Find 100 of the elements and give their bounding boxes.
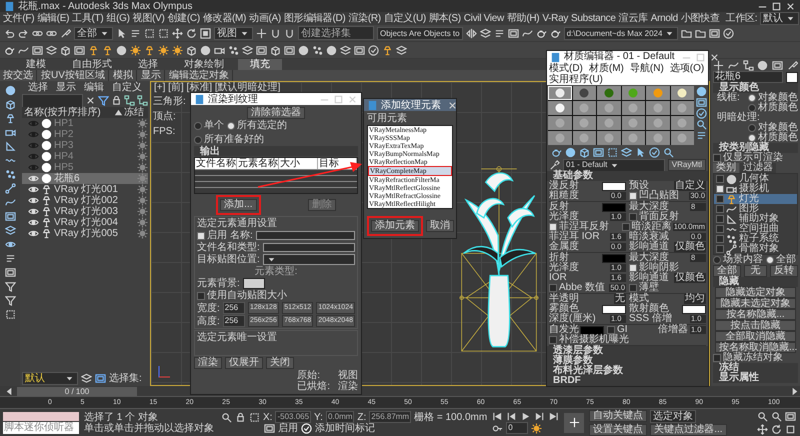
listener-output[interactable] [3,412,79,420]
teapot-icon[interactable] [4,44,15,56]
material-slot[interactable] [670,116,694,130]
checkbox-option[interactable]: 隐藏冻结对象 [713,353,798,363]
color-swatch[interactable] [602,182,626,190]
layers-icon[interactable] [81,373,92,384]
checkbox[interactable] [716,235,724,243]
radio-option[interactable]: 对象颜色 [748,123,798,133]
radio-option[interactable]: 所有准备好的 [194,134,264,145]
plus-icon[interactable] [713,60,724,70]
column-title[interactable]: 冻结 [124,107,148,118]
layers-icon[interactable] [480,28,491,38]
category-item[interactable]: 空间扭曲 [714,224,797,234]
menu-item[interactable]: 模式(D) [549,63,583,74]
target-map-dropdown[interactable] [262,254,355,265]
key-target-dropdown[interactable]: 选定对象 [650,410,696,422]
auto-key-button[interactable]: 自动关键点 [589,410,648,422]
panel-tab[interactable]: 过滤器 [740,163,776,173]
checkbox-option[interactable]: 菲涅耳反射 [549,222,609,232]
check-icon[interactable] [723,28,734,38]
rect-icon[interactable] [249,412,260,422]
folder-icon[interactable] [681,28,692,38]
undo-icon[interactable] [4,28,15,38]
reference-coordinate-dropdown[interactable]: 视图 [214,26,253,40]
tree-row[interactable]: VRay 灯光003 [22,206,148,217]
search-field[interactable] [22,94,83,108]
panel-button[interactable]: 按点击隐藏 [715,320,796,331]
mirror-icon[interactable] [466,28,477,38]
width-field[interactable]: 256 [222,302,245,314]
explorer-menu-item[interactable]: 显示 [56,82,76,94]
frame-icon[interactable] [696,97,706,108]
close-icon[interactable] [447,100,458,110]
hierarchy-icon[interactable] [742,60,754,70]
previous-frame-icon[interactable] [506,411,518,422]
category-item[interactable]: 几何体 [714,174,797,184]
panel-button[interactable]: 隐藏未选定对象 [715,298,796,309]
explorer-menu-item[interactable]: 选择 [28,82,48,94]
move-icon[interactable] [172,28,183,38]
dialog-button[interactable]: 仅展开 [225,357,263,369]
box-icon[interactable] [4,99,16,110]
magnet-icon[interactable] [284,28,295,38]
layers-icon[interactable] [46,44,57,56]
rollout-header[interactable]: 显示颜色 [713,83,798,93]
category-item[interactable]: 粒子系统 [714,234,797,244]
frame-icon[interactable] [354,44,365,56]
dots-icon[interactable] [228,44,239,56]
layers-icon[interactable] [396,44,407,56]
material-slot[interactable] [622,116,645,130]
category-item[interactable]: 辅助对象 [714,214,797,224]
explorer-menu-item[interactable]: 编辑 [84,82,104,94]
key-filters-button[interactable]: 关键点过滤器... [650,424,727,436]
ribbon-tab[interactable]: 选择 [126,59,170,70]
tree-row[interactable]: 花瓶6 [22,173,148,184]
frame-icon[interactable] [508,28,519,38]
category-item[interactable]: 骨骼对象 [714,244,797,254]
rollout-header[interactable]: 布料光泽层参数 [547,366,708,376]
sun-icon[interactable] [172,44,183,56]
rollout-header[interactable]: 隐藏 [713,277,798,287]
height-field[interactable]: 256 [222,315,245,327]
eye-icon[interactable] [28,184,39,195]
background-color-swatch[interactable] [242,278,265,289]
z-coordinate-field[interactable]: 256.87mm [369,411,412,423]
sphere-icon[interactable] [696,86,706,97]
checkbox-option[interactable]: 使用自动贴图大小 [197,290,355,301]
rollout-header[interactable]: BRDF [547,376,708,386]
material-slot[interactable] [572,116,596,130]
dots-icon[interactable] [312,44,323,56]
menu-item[interactable]: 工具(T) [72,13,104,24]
radio-option[interactable]: 场景内容 [713,255,763,265]
checkbox-option[interactable]: 仅显示可渲染 [713,153,798,163]
checkbox-option[interactable]: 暗淡距离 [622,222,672,232]
material-slot[interactable] [622,86,645,100]
explorer-menu-item[interactable]: 自定义 [112,82,142,94]
zoom-icon[interactable] [757,410,768,422]
checkbox[interactable] [716,205,724,213]
redo-icon[interactable] [18,28,29,38]
dropper-icon[interactable] [549,160,560,170]
menu-item[interactable]: Arnold [650,13,678,24]
color-swatch[interactable] [682,304,706,314]
menu-item[interactable]: 渲染(R) [348,13,381,24]
menu-item[interactable]: 选项(O) [670,63,704,74]
rollout-header[interactable]: 输出 [194,146,358,156]
rect-icon[interactable] [144,28,155,38]
material-slot[interactable] [622,101,645,115]
radio-option[interactable]: 材质颜色 [748,133,798,143]
list-icon[interactable] [4,253,16,264]
material-slot[interactable] [622,131,645,145]
checkbox[interactable] [716,185,724,193]
menu-item[interactable]: 创建(C) [168,13,200,24]
rect-icon[interactable] [4,309,16,320]
checkbox-option[interactable]: 影响阴影 [629,263,679,273]
menu-item[interactable]: 图形编辑器(D) [284,13,346,24]
zoom-icon[interactable] [663,147,674,158]
menu-item[interactable]: 修改器(M) [202,13,246,24]
rotate-icon[interactable] [771,424,782,434]
selection-set-field[interactable]: 创建选择集 [298,26,374,40]
menu-item[interactable]: 实用程序(U) [549,74,603,85]
category-item[interactable]: 灯光 [714,194,797,204]
tree-row[interactable]: VRay 灯光004 [22,217,148,228]
radio-option[interactable]: 材质颜色 [748,103,798,113]
